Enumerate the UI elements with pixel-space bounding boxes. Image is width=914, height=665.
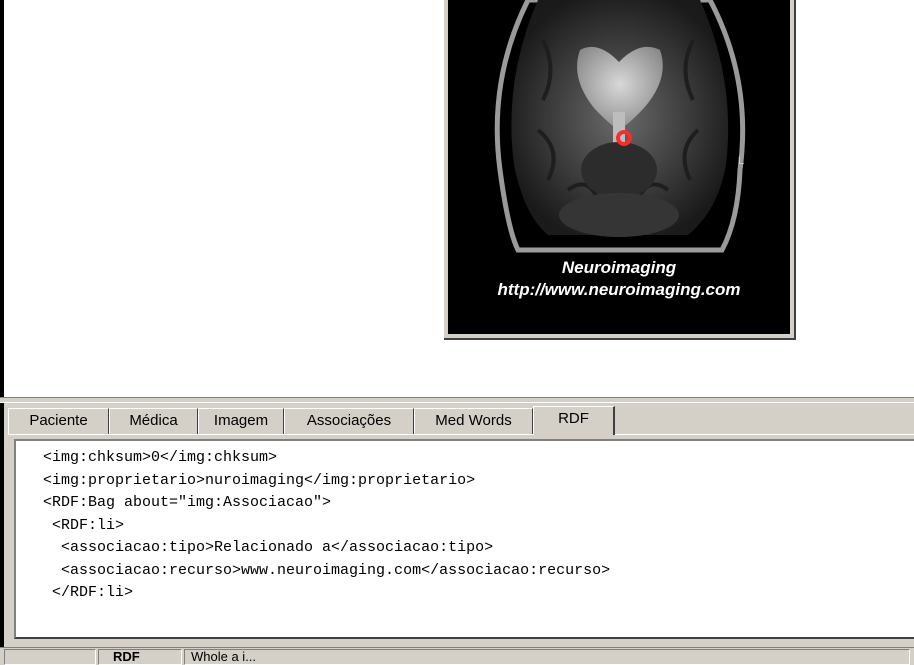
image-caption-title: Neuroimaging: [561, 258, 677, 277]
tab-imagem[interactable]: Imagem: [198, 408, 284, 434]
code-line: <img:proprietario>nuroimaging</img:propr…: [16, 471, 476, 489]
code-line: <RDF:li>: [16, 516, 125, 534]
code-line: <img:chksum>0</img:chksum>: [16, 449, 278, 466]
code-line: </RDF:li>: [16, 584, 134, 601]
image-caption-url: http://www.neuroimaging.com: [497, 280, 741, 299]
app-window: L Neuroimaging http://www.neuroimaging.c…: [0, 0, 914, 665]
status-cell-empty: [4, 649, 96, 665]
tab-control: Paciente Médica Imagem Associações Med W…: [0, 403, 914, 665]
code-line: <RDF:Bag about="img:Associacao">: [16, 494, 332, 511]
image-pane: L Neuroimaging http://www.neuroimaging.c…: [0, 0, 914, 397]
tab-bar: Paciente Médica Imagem Associações Med W…: [8, 406, 914, 435]
side-label: L: [738, 155, 744, 167]
tab-associacoes[interactable]: Associações: [284, 408, 414, 434]
brain-mri-image[interactable]: L Neuroimaging http://www.neuroimaging.c…: [448, 0, 790, 334]
image-frame: L Neuroimaging http://www.neuroimaging.c…: [444, 0, 796, 340]
code-line: <associacao:tipo>Relacionado a</associac…: [16, 539, 494, 556]
tab-medica[interactable]: Médica: [109, 408, 198, 434]
rdf-text-editor[interactable]: <img:chksum>0</img:chksum> <img:propriet…: [14, 439, 914, 639]
status-bar: RDF Whole a i...: [0, 647, 914, 665]
tab-paciente[interactable]: Paciente: [8, 408, 109, 434]
tab-rdf[interactable]: RDF: [533, 406, 615, 435]
status-cell-rdf: RDF: [98, 649, 182, 665]
tab-med-words[interactable]: Med Words: [414, 408, 533, 434]
status-cell-message: Whole a i...: [184, 649, 910, 665]
code-line: <associacao:recurso>www.neuroimaging.com…: [16, 561, 611, 579]
tab-baseline: [8, 434, 914, 435]
